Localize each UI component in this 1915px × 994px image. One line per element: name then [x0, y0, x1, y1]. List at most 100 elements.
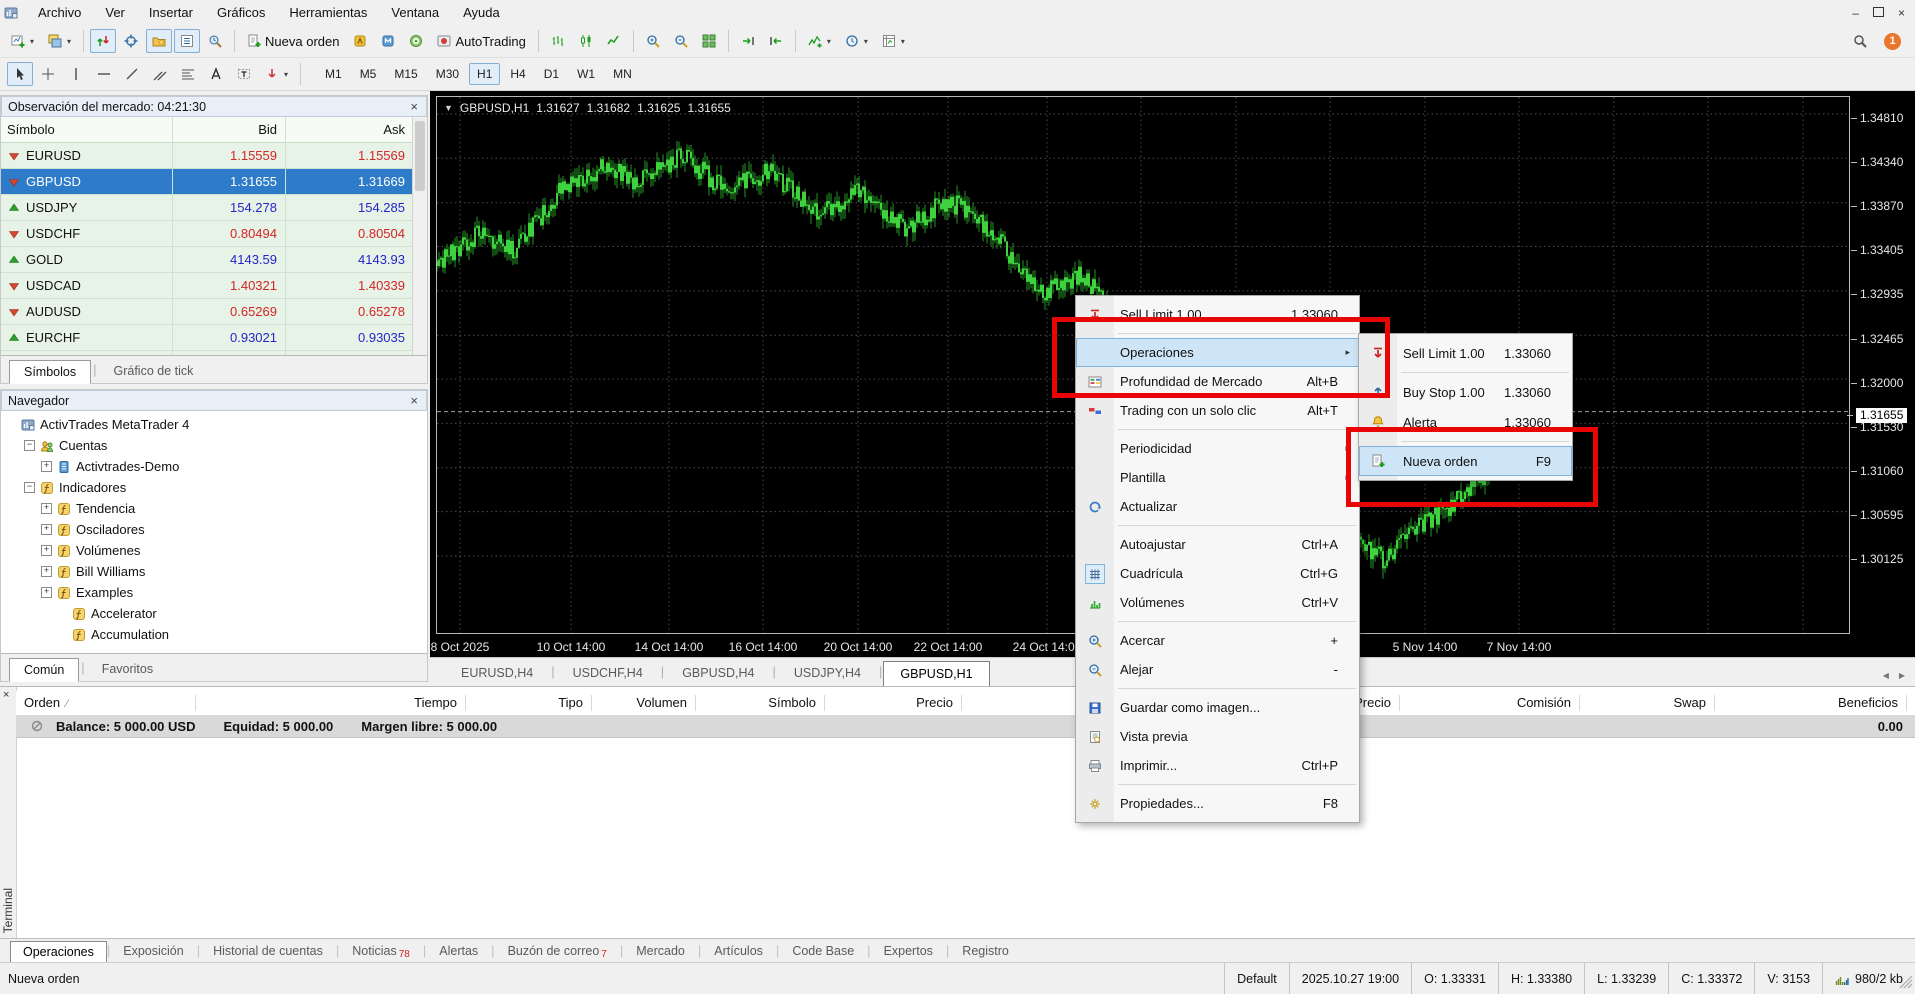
timeframe-m15[interactable]: M15 — [386, 63, 425, 85]
navigator-tab-comun[interactable]: Común — [9, 658, 79, 682]
menu-insertar[interactable]: Insertar — [137, 2, 205, 23]
context-menu-item-volumenes[interactable]: VolúmenesCtrl+V — [1076, 588, 1359, 617]
community-button[interactable] — [403, 29, 429, 53]
terminal-tab-historial-de-cuentas[interactable]: Historial de cuentas — [200, 940, 336, 962]
menu-ayuda[interactable]: Ayuda — [451, 2, 512, 23]
collapse-minus-icon[interactable]: − — [24, 440, 35, 451]
chart-tab-usdjpy-h4[interactable]: USDJPY,H4 — [777, 660, 878, 686]
terminal-tab-expertos[interactable]: Expertos — [871, 940, 946, 962]
metaquotes-button[interactable] — [375, 29, 401, 53]
context-menu-item-profundidad-de-mercado[interactable]: Profundidad de MercadoAlt+B — [1076, 367, 1359, 396]
bar-chart-button[interactable] — [545, 29, 571, 53]
close-icon[interactable]: × — [408, 394, 420, 407]
dropdown-caret-icon[interactable]: ▾ — [30, 37, 34, 46]
expand-plus-icon[interactable]: + — [41, 566, 52, 577]
symbol-row-usdcad[interactable]: USDCAD1.403211.40339 — [1, 273, 413, 299]
line-chart-button[interactable] — [601, 29, 627, 53]
navigator-toggle[interactable] — [146, 29, 172, 53]
chart-tab-usdchf-h4[interactable]: USDCHF,H4 — [556, 660, 660, 686]
indicators-button[interactable]: ▾ — [802, 29, 837, 53]
scrollbar-thumb[interactable] — [415, 121, 425, 191]
terminal-column-tiempo-1[interactable]: Tiempo — [196, 695, 466, 711]
tree-item-activtrades-metatrader-4[interactable]: ActivTrades MetaTrader 4 — [1, 414, 427, 435]
menu-archivo[interactable]: Archivo — [26, 2, 93, 23]
terminal-column-tipo-2[interactable]: Tipo — [466, 695, 592, 711]
context-menu-item-alejar[interactable]: Alejar- — [1076, 655, 1359, 684]
context-menu-item-guardar-como-imagen[interactable]: Guardar como imagen... — [1076, 693, 1359, 722]
submenu-item-alerta[interactable]: Alerta1.33060 — [1359, 407, 1572, 437]
timeframe-d1[interactable]: D1 — [536, 63, 567, 85]
channel-tool[interactable] — [147, 62, 173, 86]
tree-item-accumulation[interactable]: Accumulation — [1, 624, 427, 645]
status-profile[interactable]: Default — [1224, 963, 1289, 994]
menu-ver[interactable]: Ver — [93, 2, 137, 23]
context-menu-item-propiedades[interactable]: Propiedades...F8 — [1076, 789, 1359, 818]
auto-scroll-button[interactable] — [735, 29, 761, 53]
strategy-tester-button[interactable] — [202, 29, 228, 53]
terminal-column-precio-5[interactable]: Precio — [825, 695, 962, 711]
terminal-column-comision-8[interactable]: Comisión — [1400, 695, 1580, 711]
terminal-column-volumen-3[interactable]: Volumen — [592, 695, 696, 711]
market-watch-tab-grafico-de-tick[interactable]: Gráfico de tick — [99, 359, 209, 383]
terminal-tab-operaciones[interactable]: Operaciones — [10, 941, 107, 963]
terminal-tab-code-base[interactable]: Code Base — [779, 940, 867, 962]
data-window-button[interactable] — [118, 29, 144, 53]
close-button[interactable]: × — [1898, 7, 1905, 19]
symbol-row-eurchf[interactable]: EURCHF0.930210.93035 — [1, 325, 413, 351]
timeframe-m5[interactable]: M5 — [352, 63, 385, 85]
timeframe-m1[interactable]: M1 — [317, 63, 350, 85]
search-button[interactable] — [1847, 29, 1873, 53]
symbol-row-gbpusd[interactable]: GBPUSD1.316551.31669 — [1, 169, 413, 195]
minimize-button[interactable]: – — [1852, 7, 1859, 19]
text-tool[interactable] — [203, 62, 229, 86]
resize-grip[interactable] — [1899, 975, 1913, 992]
submenu-item-nueva-orden[interactable]: Nueva ordenF9 — [1359, 446, 1572, 476]
terminal-tab-alertas[interactable]: Alertas — [426, 940, 491, 962]
terminal-column-orden-0[interactable]: Orden∕ — [16, 695, 196, 711]
expand-plus-icon[interactable]: + — [41, 524, 52, 535]
symbol-row-gold[interactable]: GOLD4143.594143.93 — [1, 247, 413, 273]
close-icon[interactable]: × — [3, 689, 9, 701]
tree-item-volumenes[interactable]: +Volúmenes — [1, 540, 427, 561]
market-watch-scrollbar[interactable] — [412, 117, 427, 355]
chart-shift-button[interactable] — [763, 29, 789, 53]
navigator-tab-favoritos[interactable]: Favoritos — [87, 657, 168, 681]
tree-item-examples[interactable]: +Examples — [1, 582, 427, 603]
submenu-item-sell-limit-1-00[interactable]: Sell Limit 1.001.33060 — [1359, 338, 1572, 368]
chart-dropdown-icon[interactable]: ▼ — [444, 103, 453, 113]
market-watch-toggle[interactable] — [90, 29, 116, 53]
symbol-row-eurusd[interactable]: EURUSD1.155591.15569 — [1, 143, 413, 169]
collapse-minus-icon[interactable]: − — [24, 482, 35, 493]
expand-plus-icon[interactable]: + — [41, 503, 52, 514]
terminal-tab-buzon-de-correo[interactable]: Buzón de correo7 — [495, 940, 620, 962]
terminal-column-swap-9[interactable]: Swap — [1580, 695, 1715, 711]
dropdown-caret-icon[interactable]: ▾ — [284, 70, 288, 79]
terminal-tab-mercado[interactable]: Mercado — [623, 940, 698, 962]
scroll-right-icon[interactable]: ▶ — [1899, 671, 1905, 680]
tree-item-tendencia[interactable]: +Tendencia — [1, 498, 427, 519]
label-tool[interactable] — [231, 62, 257, 86]
zoom-in-button[interactable] — [640, 29, 666, 53]
new-order-button[interactable]: Nueva orden — [241, 29, 345, 54]
timeframe-h4[interactable]: H4 — [502, 63, 533, 85]
zoom-out-button[interactable] — [668, 29, 694, 53]
menu-graficos[interactable]: Gráficos — [205, 2, 277, 23]
symbol-row-usdjpy[interactable]: USDJPY154.278154.285 — [1, 195, 413, 221]
expand-plus-icon[interactable]: + — [41, 587, 52, 598]
dropdown-caret-icon[interactable]: ▾ — [901, 37, 905, 46]
tree-item-osciladores[interactable]: +Osciladores — [1, 519, 427, 540]
close-icon[interactable]: × — [408, 100, 420, 113]
arrows-tool[interactable]: ▾ — [259, 62, 294, 86]
periods-button[interactable]: ▾ — [839, 29, 874, 53]
expand-plus-icon[interactable]: + — [41, 461, 52, 472]
context-menu-item-cuadricula[interactable]: CuadrículaCtrl+G — [1076, 559, 1359, 588]
new-chart-button[interactable]: ▾ — [5, 29, 40, 53]
terminal-tab-exposicion[interactable]: Exposición — [110, 940, 196, 962]
notification-badge[interactable]: 1 — [1884, 33, 1901, 50]
timeframe-mn[interactable]: MN — [605, 63, 640, 85]
terminal-tab-articulos[interactable]: Artículos — [701, 940, 776, 962]
symbol-row-audusd[interactable]: AUDUSD0.652690.65278 — [1, 299, 413, 325]
tree-item-accelerator[interactable]: Accelerator — [1, 603, 427, 624]
vertical-line-tool[interactable] — [63, 62, 89, 86]
timeframe-h1[interactable]: H1 — [469, 63, 500, 85]
